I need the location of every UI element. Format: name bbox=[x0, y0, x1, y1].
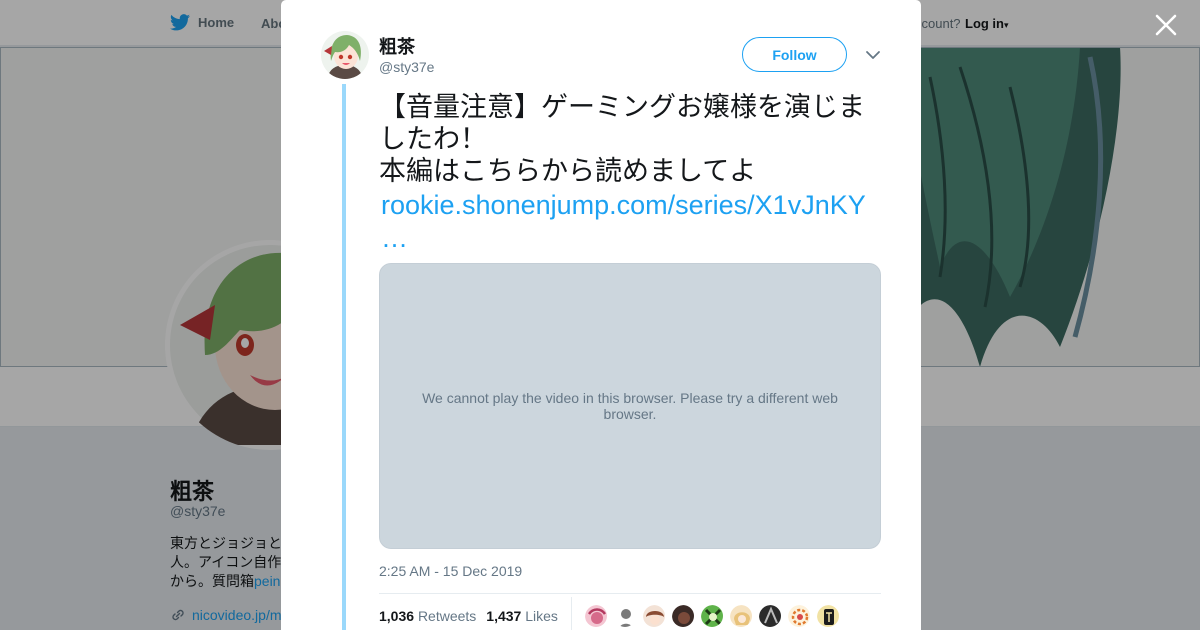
likes-label: Likes bbox=[525, 608, 558, 624]
video-player[interactable]: We cannot play the video in this browser… bbox=[379, 263, 881, 549]
tweet-text-line: 【音量注意】ゲーミングお嬢様を演じま bbox=[379, 92, 865, 123]
liker-avatar[interactable] bbox=[642, 604, 666, 628]
author-avatar-artwork bbox=[321, 31, 369, 79]
tweet-text: 【音量注意】ゲーミングお嬢様を演じま したわ！ 本編はこちらから読めましてよ bbox=[379, 92, 884, 188]
tweet-author-avatar[interactable] bbox=[321, 31, 369, 79]
thread-line bbox=[342, 84, 346, 630]
tweet-stats: 1,036 Retweets 1,437 Likes bbox=[379, 608, 558, 624]
liker-avatar[interactable] bbox=[613, 604, 637, 628]
tweet-author-name[interactable]: 粗茶 bbox=[379, 33, 415, 59]
tweet-timestamp[interactable]: 2:25 AM - 15 Dec 2019 bbox=[379, 563, 522, 579]
video-error-message: We cannot play the video in this browser… bbox=[422, 390, 838, 422]
retweets-label: Retweets bbox=[417, 608, 477, 624]
tweet-text-line: 本編はこちらから読めましてよ bbox=[379, 156, 757, 187]
tweet-link[interactable]: rookie.shonenjump.com/series/X1vJnKY bbox=[381, 189, 866, 221]
stats-vertical-divider bbox=[571, 597, 572, 630]
liker-avatar[interactable] bbox=[816, 604, 840, 628]
liker-avatar[interactable] bbox=[787, 604, 811, 628]
follow-button[interactable]: Follow bbox=[742, 37, 847, 72]
retweets-count: 1,036 bbox=[379, 608, 415, 624]
tweet-text-line: したわ！ bbox=[379, 124, 487, 155]
liker-avatar[interactable] bbox=[584, 604, 608, 628]
stats-divider-line bbox=[379, 593, 881, 594]
liker-avatar[interactable] bbox=[758, 604, 782, 628]
liker-avatar[interactable] bbox=[729, 604, 753, 628]
close-icon[interactable] bbox=[1153, 12, 1179, 38]
tweet-author-handle[interactable]: @sty37e bbox=[379, 59, 434, 75]
likes-count: 1,437 bbox=[486, 608, 522, 624]
likes-stat[interactable]: 1,437 Likes bbox=[486, 608, 558, 624]
liker-avatar[interactable] bbox=[700, 604, 724, 628]
liker-avatars bbox=[584, 604, 840, 628]
chevron-down-icon[interactable] bbox=[864, 46, 882, 64]
liker-avatar[interactable] bbox=[671, 604, 695, 628]
tweet-link-ellipsis[interactable]: … bbox=[381, 222, 408, 254]
retweets-stat[interactable]: 1,036 Retweets bbox=[379, 608, 476, 624]
